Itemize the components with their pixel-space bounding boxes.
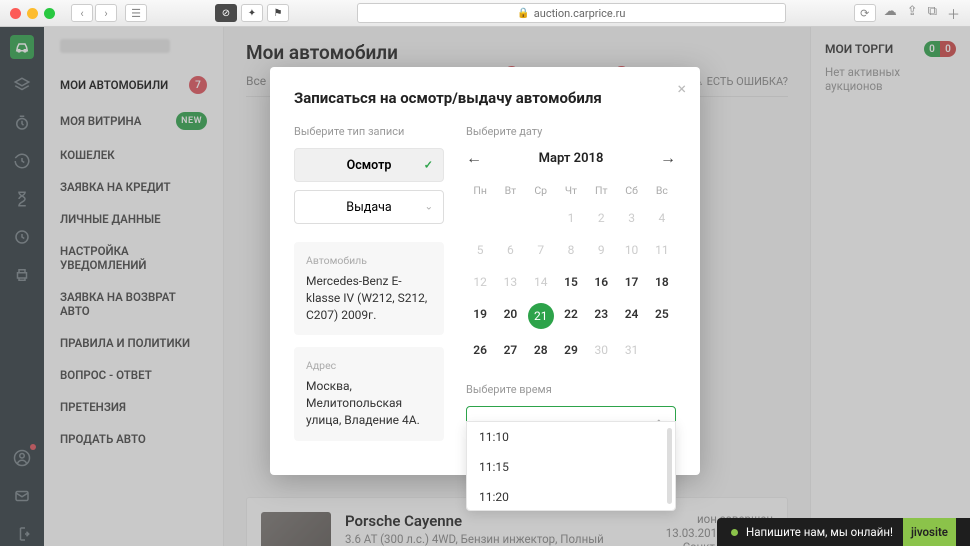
tabs-icon[interactable]: ⧉ bbox=[928, 4, 937, 23]
calendar-dow: Пт bbox=[587, 180, 615, 201]
calendar-grid: ПнВтСрЧтПтСбВс12345678910111213141516171… bbox=[466, 180, 676, 365]
type-inspection-button[interactable]: Осмотр✓ bbox=[294, 148, 444, 182]
calendar-dow: Ср bbox=[527, 180, 555, 201]
calendar-day[interactable]: 22 bbox=[557, 299, 585, 333]
forward-button[interactable]: › bbox=[95, 4, 117, 22]
chat-brand: jivosite bbox=[903, 518, 956, 546]
time-option[interactable]: 11:15 bbox=[467, 452, 675, 482]
car-panel-label: Автомобиль bbox=[306, 254, 432, 267]
calendar-day bbox=[527, 203, 555, 233]
calendar-day: 11 bbox=[648, 235, 676, 265]
calendar-day[interactable]: 25 bbox=[648, 299, 676, 333]
calendar-day[interactable]: 18 bbox=[648, 267, 676, 297]
calendar-day: 31 bbox=[617, 335, 645, 365]
chevron-down-icon: ⌄ bbox=[425, 202, 433, 213]
next-month-button[interactable]: → bbox=[660, 148, 676, 168]
share-icon[interactable]: ⇪ bbox=[907, 4, 918, 23]
address-panel-label: Адрес bbox=[306, 359, 432, 372]
address-panel: Адрес Москва, Мелитопольская улица, Влад… bbox=[294, 347, 444, 440]
calendar-day[interactable]: 16 bbox=[587, 267, 615, 297]
calendar-day[interactable]: 24 bbox=[617, 299, 645, 333]
calendar-day: 1 bbox=[557, 203, 585, 233]
calendar-day: 12 bbox=[466, 267, 494, 297]
address-text: auction.carprice.ru bbox=[534, 7, 626, 20]
time-option[interactable]: 11:10 bbox=[467, 422, 675, 452]
calendar-day: 4 bbox=[648, 203, 676, 233]
time-label: Выберите время bbox=[466, 383, 676, 396]
window-dots bbox=[10, 8, 55, 19]
calendar-day: 8 bbox=[557, 235, 585, 265]
appointment-modal: × Записаться на осмотр/выдачу автомобиля… bbox=[270, 67, 700, 475]
chat-text: Напишите нам, мы онлайн! bbox=[746, 525, 893, 539]
calendar-dow: Чт bbox=[557, 180, 585, 201]
chat-widget[interactable]: Напишите нам, мы онлайн! jivosite bbox=[717, 518, 970, 546]
prev-month-button[interactable]: ← bbox=[466, 148, 482, 168]
close-window-icon[interactable] bbox=[10, 8, 21, 19]
address-panel-text: Москва, Мелитопольская улица, Владение 4… bbox=[306, 378, 432, 428]
time-option[interactable]: 11:20 bbox=[467, 482, 675, 511]
browser-chrome: ‹ › ☰ ⊘ ✦ ⚑ 🔒 auction.carprice.ru ⟳ ☁ ⇪ … bbox=[0, 0, 970, 27]
type-label: Выберите тип записи bbox=[294, 125, 444, 138]
calendar-day[interactable]: 20 bbox=[496, 299, 524, 333]
ext-icon-1[interactable]: ⊘ bbox=[215, 4, 237, 22]
check-icon: ✓ bbox=[424, 159, 433, 172]
month-label: Март 2018 bbox=[539, 151, 604, 166]
calendar-day[interactable]: 29 bbox=[557, 335, 585, 365]
date-label: Выберите дату bbox=[466, 125, 676, 138]
ext-icon-2[interactable]: ✦ bbox=[241, 4, 263, 22]
calendar-dow: Вт bbox=[496, 180, 524, 201]
calendar-dow: Пн bbox=[466, 180, 494, 201]
calendar-day: 9 bbox=[587, 235, 615, 265]
calendar-day: 5 bbox=[466, 235, 494, 265]
calendar-day: 7 bbox=[527, 235, 555, 265]
calendar-day[interactable]: 28 bbox=[527, 335, 555, 365]
calendar-day: 14 bbox=[527, 267, 555, 297]
calendar-day bbox=[496, 203, 524, 233]
calendar-day bbox=[466, 203, 494, 233]
maximize-window-icon[interactable] bbox=[44, 8, 55, 19]
type-pickup-button[interactable]: Выдача⌄ bbox=[294, 190, 444, 224]
address-bar[interactable]: 🔒 auction.carprice.ru bbox=[357, 3, 786, 23]
calendar-day: 6 bbox=[496, 235, 524, 265]
modal-title: Записаться на осмотр/выдачу автомобиля bbox=[294, 89, 676, 107]
sidebar-toggle[interactable]: ☰ bbox=[125, 4, 147, 22]
add-tab-icon[interactable]: ＋ bbox=[947, 4, 960, 23]
online-dot-icon bbox=[731, 529, 738, 536]
calendar-day[interactable]: 17 bbox=[617, 267, 645, 297]
ext-icon-3[interactable]: ⚑ bbox=[267, 4, 289, 22]
back-button[interactable]: ‹ bbox=[71, 4, 93, 22]
calendar-day[interactable]: 19 bbox=[466, 299, 494, 333]
calendar-day[interactable]: 26 bbox=[466, 335, 494, 365]
calendar-day[interactable]: 15 bbox=[557, 267, 585, 297]
calendar-day: 10 bbox=[617, 235, 645, 265]
calendar-dow: Сб bbox=[617, 180, 645, 201]
calendar-dow: Вс bbox=[648, 180, 676, 201]
close-icon[interactable]: × bbox=[677, 79, 686, 98]
calendar-day: 2 bbox=[587, 203, 615, 233]
car-panel-text: Mercedes-Benz E-klasse IV (W212, S212, C… bbox=[306, 273, 432, 323]
cloud-icon[interactable]: ☁ bbox=[884, 4, 897, 23]
calendar-day[interactable]: 23 bbox=[587, 299, 615, 333]
modal-overlay[interactable]: × Записаться на осмотр/выдачу автомобиля… bbox=[0, 27, 970, 546]
reload-button[interactable]: ⟳ bbox=[854, 4, 876, 22]
minimize-window-icon[interactable] bbox=[27, 8, 38, 19]
scrollbar[interactable] bbox=[667, 428, 672, 504]
calendar-day[interactable]: 21 bbox=[528, 303, 554, 329]
time-dropdown: 11:1011:1511:20 bbox=[466, 421, 676, 511]
car-info-panel: Автомобиль Mercedes-Benz E-klasse IV (W2… bbox=[294, 242, 444, 335]
calendar-day: 13 bbox=[496, 267, 524, 297]
calendar-day[interactable]: 27 bbox=[496, 335, 524, 365]
calendar-day: 30 bbox=[587, 335, 615, 365]
lock-icon: 🔒 bbox=[517, 8, 529, 19]
calendar-day: 3 bbox=[617, 203, 645, 233]
